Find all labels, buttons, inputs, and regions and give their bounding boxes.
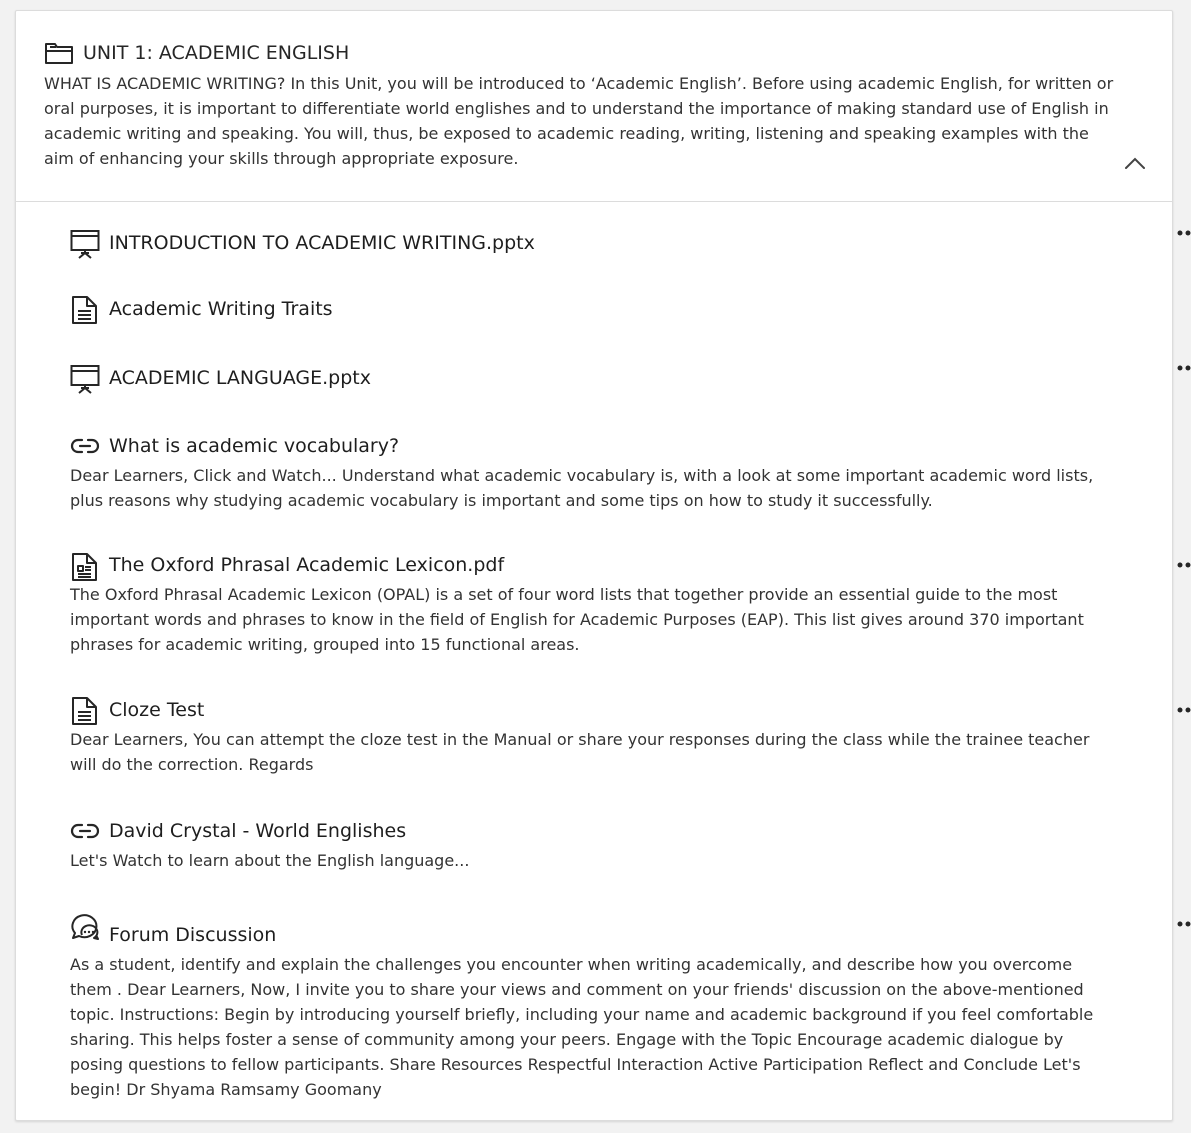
more-options-icon[interactable] [1176,703,1191,717]
unit-card: UNIT 1: ACADEMIC ENGLISH WHAT IS ACADEMI… [15,10,1191,1121]
more-options-icon[interactable] [1176,558,1191,572]
folder-icon [44,40,74,66]
pdf-document-icon [70,552,100,582]
item-description: As a student, identify and explain the c… [70,955,1094,1099]
presentation-icon [70,364,100,394]
more-options-icon[interactable] [1176,917,1191,931]
document-icon [70,295,100,325]
item-description: The Oxford Phrasal Academic Lexicon (OPA… [70,585,1084,654]
link-icon [70,437,100,455]
activity-item: What is academic vocabulary? Dear Learne… [70,431,1160,516]
item-description: Dear Learners, You can attempt the cloze… [70,730,1090,774]
unit-title: UNIT 1: ACADEMIC ENGLISH [83,42,350,64]
unit-header: UNIT 1: ACADEMIC ENGLISH WHAT IS ACADEMI… [16,11,1172,202]
item-title[interactable]: What is academic vocabulary? [109,433,399,459]
forum-icon [70,911,100,941]
chevron-up-icon[interactable] [1124,152,1146,174]
item-title[interactable]: Cloze Test [109,697,204,723]
item-title[interactable]: David Crystal - World Englishes [109,818,406,844]
activity-item: Forum Discussion As a student, identify … [70,909,1191,1099]
item-title[interactable]: INTRODUCTION TO ACADEMIC WRITING.pptx [109,230,535,256]
document-icon [70,696,100,726]
activity-item: The Oxford Phrasal Academic Lexicon.pdf … [70,549,1191,659]
item-title[interactable]: ACADEMIC LANGUAGE.pptx [109,365,371,391]
activity-item: ACADEMIC LANGUAGE.pptx [70,361,1191,401]
item-description: Dear Learners, Click and Watch... Unders… [70,466,1094,510]
link-icon [70,822,100,840]
activity-item: INTRODUCTION TO ACADEMIC WRITING.pptx [70,226,1191,266]
activity-item: Cloze Test Dear Learners, You can attemp… [70,694,1191,779]
unit-description: WHAT IS ACADEMIC WRITING? In this Unit, … [44,74,1114,168]
item-title[interactable]: Academic Writing Traits [109,296,333,322]
more-options-icon[interactable] [1176,361,1191,375]
item-description: Let's Watch to learn about the English l… [70,851,470,870]
more-options-icon[interactable] [1176,226,1191,240]
item-title[interactable]: The Oxford Phrasal Academic Lexicon.pdf [109,552,504,578]
presentation-icon [70,229,100,259]
activity-item: Academic Writing Traits [70,294,1160,330]
item-title[interactable]: Forum Discussion [109,922,276,948]
activity-item: David Crystal - World Englishes Let's Wa… [70,816,1160,876]
